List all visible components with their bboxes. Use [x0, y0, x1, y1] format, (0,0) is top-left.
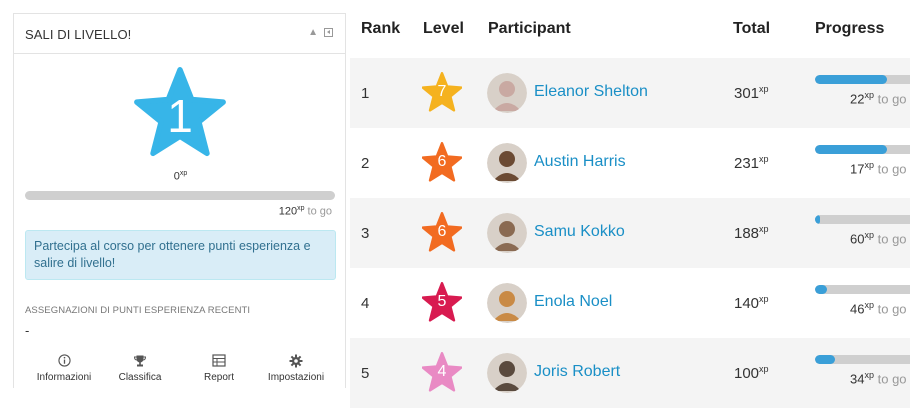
xp-to-go: 120xp to go	[278, 205, 332, 218]
gear-icon	[289, 354, 303, 367]
rank-cell: 1	[361, 85, 370, 102]
current-xp: 0xp	[173, 170, 188, 183]
level-number: 6	[437, 223, 447, 240]
header-level: Level	[423, 20, 464, 37]
progress-to-go: 46xp to go	[850, 300, 907, 317]
participant-name[interactable]: Samu Kokko	[534, 223, 625, 241]
nav-label: Classifica	[118, 372, 162, 383]
rank-cell: 5	[361, 365, 370, 382]
header-progress: Progress	[815, 20, 885, 37]
table-row: 5 4 Joris Robert 100xp 34xp to go	[350, 338, 910, 408]
total-xp: 188xp	[734, 224, 769, 242]
rank-cell: 2	[361, 155, 370, 172]
block-title: SALI DI LIVELLO!	[25, 27, 132, 42]
avatar[interactable]	[487, 213, 527, 253]
header-total: Total	[733, 20, 771, 37]
rank-cell: 3	[361, 225, 370, 242]
info-icon	[57, 354, 71, 367]
info-alert: Partecipa al corso per ottenere punti es…	[25, 230, 336, 280]
table-header: Rank Level Participant Total Progress	[350, 0, 910, 58]
dock-icon[interactable]	[324, 28, 333, 37]
recent-awards-empty: -	[25, 323, 30, 338]
progress-to-go: 34xp to go	[850, 370, 907, 387]
xp-progress-bar	[25, 191, 335, 200]
avatar[interactable]	[487, 143, 527, 183]
avatar[interactable]	[487, 73, 527, 113]
participant-name[interactable]: Eleanor Shelton	[534, 83, 648, 101]
progress-bar	[815, 215, 910, 224]
level-number: 7	[437, 83, 447, 100]
header-rank: Rank	[361, 20, 401, 37]
report-icon	[212, 354, 226, 367]
block-controls: ▲	[308, 27, 333, 38]
progress-bar	[815, 145, 910, 154]
leaderboard-table: Rank Level Participant Total Progress 17…	[350, 0, 910, 408]
recent-awards-title: ASSEGNAZIONI DI PUNTI ESPERIENZA RECENTI	[25, 305, 251, 316]
nav-impostazioni[interactable]: Impostazioni	[251, 352, 341, 383]
rank-cell: 4	[361, 295, 370, 312]
total-xp: 231xp	[734, 154, 769, 172]
total-xp: 301xp	[734, 84, 769, 102]
level-up-block: SALI DI LIVELLO! ▲ 1 0xp 120xp to go Par…	[13, 13, 346, 388]
total-xp: 140xp	[734, 294, 769, 312]
level-number: 6	[437, 153, 447, 170]
table-row: 1 7 Eleanor Shelton 301xp 22xp to go	[350, 58, 910, 128]
total-xp: 100xp	[734, 364, 769, 382]
participant-name[interactable]: Joris Robert	[534, 363, 620, 381]
progress-to-go: 17xp to go	[850, 160, 907, 177]
avatar[interactable]	[487, 283, 527, 323]
participant-name[interactable]: Austin Harris	[534, 153, 626, 171]
collapse-icon[interactable]: ▲	[308, 27, 318, 38]
block-header: SALI DI LIVELLO! ▲	[14, 14, 345, 54]
progress-bar	[815, 285, 910, 294]
progress-to-go: 22xp to go	[850, 90, 907, 107]
level-number: 5	[437, 293, 447, 310]
header-participant: Participant	[488, 20, 571, 37]
level-number: 4	[437, 363, 447, 380]
current-level: 1	[167, 90, 193, 142]
progress-to-go: 60xp to go	[850, 230, 907, 247]
table-row: 2 6 Austin Harris 231xp 17xp to go	[350, 128, 910, 198]
progress-bar	[815, 75, 910, 84]
block-nav: Informazioni Classifica Report Impostazi…	[14, 352, 347, 389]
nav-label: Impostazioni	[267, 372, 325, 383]
table-row: 3 6 Samu Kokko 188xp 60xp to go	[350, 198, 910, 268]
table-row: 4 5 Enola Noel 140xp 46xp to go	[350, 268, 910, 338]
trophy-icon	[133, 355, 147, 366]
progress-bar	[815, 355, 910, 364]
nav-classifica[interactable]: Classifica	[95, 352, 185, 383]
participant-name[interactable]: Enola Noel	[534, 293, 612, 311]
avatar[interactable]	[487, 353, 527, 393]
